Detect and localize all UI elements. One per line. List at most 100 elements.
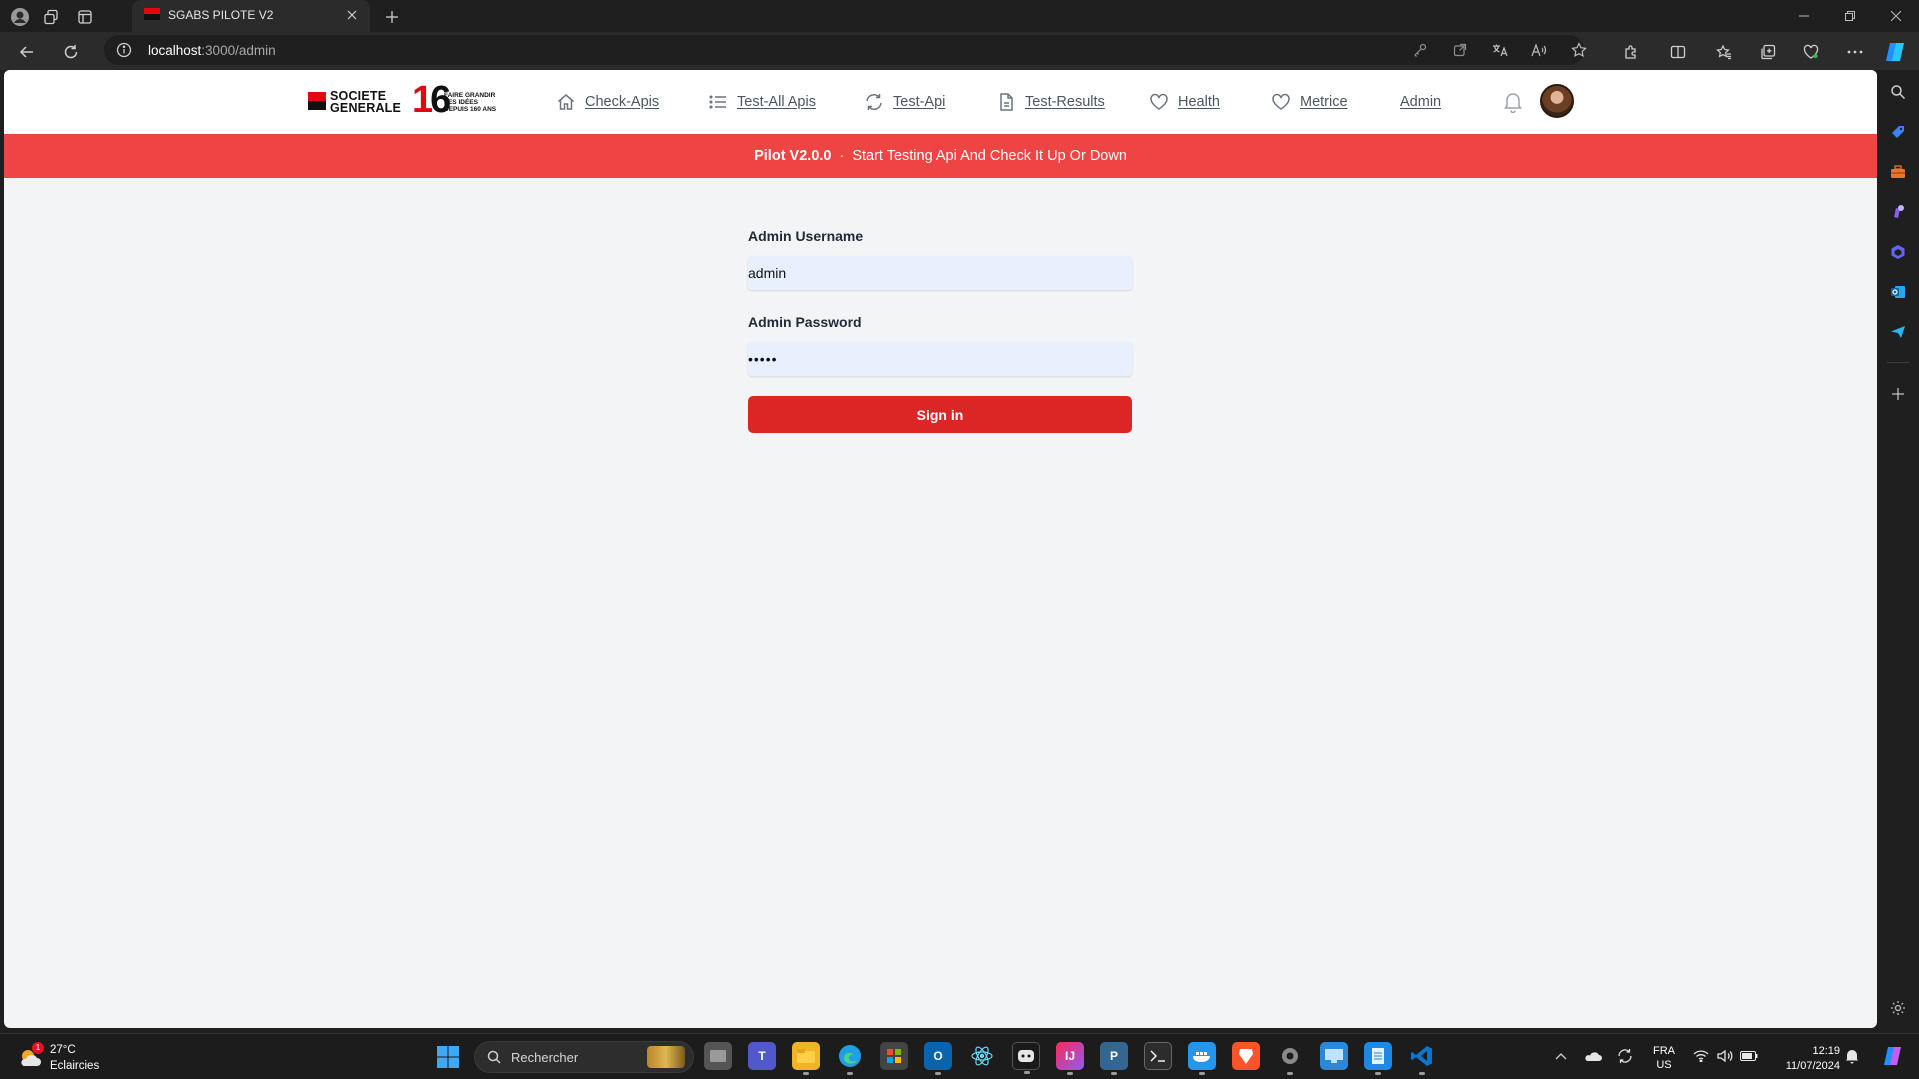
reload-icon[interactable] xyxy=(57,38,85,66)
page-viewport: SOCIETE GENERALE 16 FAIRE GRANDIR LES ID… xyxy=(4,70,1877,1028)
url-path: :3000/admin xyxy=(201,43,276,58)
task-view-icon[interactable] xyxy=(704,1042,732,1070)
info-banner: Pilot V2.0.0 · Start Testing Api And Che… xyxy=(4,134,1877,178)
chatbot-icon[interactable] xyxy=(1012,1042,1040,1074)
sync-icon[interactable] xyxy=(1616,1047,1634,1065)
copilot-taskbar-icon[interactable] xyxy=(1880,1044,1906,1068)
outlook-icon[interactable] xyxy=(1888,282,1908,302)
url-host: localhost xyxy=(148,43,202,58)
settings-gear-icon[interactable] xyxy=(1276,1042,1304,1075)
taskbar-search[interactable]: Rechercher xyxy=(474,1041,694,1073)
windows-start-icon[interactable] xyxy=(437,1046,459,1068)
home-icon xyxy=(558,94,574,110)
file-explorer-icon[interactable] xyxy=(792,1042,820,1075)
weather-badge: 1 xyxy=(32,1042,44,1054)
teams-icon[interactable]: T xyxy=(748,1042,776,1070)
wifi-icon[interactable] xyxy=(1692,1047,1710,1065)
taskbar-clock[interactable]: 12:19 11/07/2024 xyxy=(1770,1044,1840,1074)
close-window-icon[interactable] xyxy=(1873,0,1919,32)
favorite-star-icon[interactable] xyxy=(1569,40,1589,60)
translate-icon[interactable] xyxy=(1490,40,1510,60)
shopping-tag-icon[interactable] xyxy=(1888,122,1908,142)
extensions-icon[interactable] xyxy=(1617,38,1645,66)
open-in-app-icon[interactable] xyxy=(1450,40,1470,60)
nav-test-results[interactable]: Test-Results xyxy=(996,90,1105,114)
sign-in-button[interactable]: Sign in xyxy=(748,396,1132,433)
notification-bell-icon[interactable] xyxy=(1843,1047,1861,1065)
outlook-icon[interactable]: O xyxy=(924,1042,952,1075)
copilot-icon[interactable] xyxy=(1881,38,1909,66)
tab-title: SGABS PILOTE V2 xyxy=(168,8,274,22)
nav-test-api[interactable]: Test-Api xyxy=(864,90,945,114)
add-icon[interactable] xyxy=(1888,384,1908,404)
onedrive-cloud-icon[interactable] xyxy=(1584,1047,1602,1065)
react-icon[interactable] xyxy=(968,1042,996,1070)
battery-icon[interactable] xyxy=(1740,1047,1758,1065)
nav-health[interactable]: Health xyxy=(1149,90,1220,114)
tab-actions-icon[interactable] xyxy=(74,6,96,28)
volume-icon[interactable] xyxy=(1716,1047,1734,1065)
vscode-icon[interactable] xyxy=(1408,1042,1436,1075)
logo-tagline-line3: DEPUIS 160 ANS xyxy=(444,106,497,113)
restore-icon[interactable] xyxy=(1827,0,1873,32)
workspaces-icon[interactable] xyxy=(40,6,62,28)
collections-icon[interactable] xyxy=(1754,38,1782,66)
clock-time: 12:19 xyxy=(1812,1045,1840,1057)
address-bar[interactable]: localhost:3000/admin xyxy=(104,35,1587,65)
browser-essentials-icon[interactable] xyxy=(1797,38,1825,66)
nav-check-apis[interactable]: Check-Apis xyxy=(556,90,659,114)
societe-generale-logo[interactable]: SOCIETE GENERALE 16 FAIRE GRANDIR LES ID… xyxy=(308,80,504,124)
send-icon[interactable] xyxy=(1888,322,1908,342)
url-text: localhost:3000/admin xyxy=(148,43,276,58)
read-aloud-icon[interactable] xyxy=(1529,40,1549,60)
minimize-icon[interactable] xyxy=(1781,0,1827,32)
search-placeholder: Rechercher xyxy=(511,1050,579,1065)
logo-brand: SOCIETE GENERALE xyxy=(330,90,401,115)
split-screen-icon[interactable] xyxy=(1664,38,1692,66)
language-line1: FRA xyxy=(1653,1045,1675,1057)
browser-tab-active[interactable]: SGABS PILOTE V2 xyxy=(132,0,370,32)
intellij-icon[interactable]: IJ xyxy=(1056,1042,1084,1075)
profile-icon[interactable] xyxy=(9,6,31,28)
language-line2: US xyxy=(1656,1059,1672,1071)
heart-icon xyxy=(1150,93,1168,110)
notepad-icon[interactable] xyxy=(1364,1042,1392,1075)
nav-test-all-apis[interactable]: Test-All Apis xyxy=(708,90,816,114)
favorites-icon[interactable] xyxy=(1710,38,1738,66)
chevron-up-icon[interactable] xyxy=(1552,1047,1570,1065)
back-icon[interactable] xyxy=(13,38,41,66)
docker-icon[interactable] xyxy=(1188,1042,1216,1075)
settings-gear-icon[interactable] xyxy=(1888,998,1908,1018)
user-avatar[interactable] xyxy=(1540,84,1574,118)
search-icon xyxy=(487,1050,501,1064)
remote-desktop-icon[interactable] xyxy=(1320,1042,1348,1070)
new-tab-icon[interactable] xyxy=(380,5,404,29)
games-icon[interactable] xyxy=(1888,202,1908,222)
password-label: Admin Password xyxy=(748,314,862,330)
search-icon[interactable] xyxy=(1888,82,1908,102)
nav-metrice[interactable]: Metrice xyxy=(1271,90,1348,114)
tools-icon[interactable] xyxy=(1888,162,1908,182)
terminal-icon[interactable] xyxy=(1144,1042,1172,1070)
logo-anniversary-number: 16 xyxy=(412,80,451,120)
brave-icon[interactable] xyxy=(1232,1042,1260,1070)
language-indicator[interactable]: FRA US xyxy=(1653,1044,1675,1072)
weather-desc: Eclaircies xyxy=(50,1060,100,1072)
copilot-apps-icon[interactable] xyxy=(1888,242,1908,262)
refresh-icon xyxy=(866,94,882,110)
key-icon[interactable] xyxy=(1410,40,1430,60)
nav-admin[interactable]: Admin xyxy=(1400,90,1441,114)
nav-test-all-apis-label: Test-All Apis xyxy=(737,94,816,110)
edge-icon[interactable] xyxy=(836,1042,864,1075)
site-info-icon[interactable] xyxy=(116,42,132,58)
side-panel-divider xyxy=(1887,362,1909,363)
banner-message: Start Testing Api And Check It Up Or Dow… xyxy=(852,148,1127,164)
tab-close-icon[interactable] xyxy=(342,5,362,25)
password-input[interactable] xyxy=(748,342,1132,376)
microsoft-store-icon[interactable] xyxy=(880,1042,908,1070)
logo-square-icon xyxy=(308,92,326,110)
username-input[interactable] xyxy=(748,256,1132,290)
postgresql-icon[interactable]: P xyxy=(1100,1042,1128,1075)
more-options-icon[interactable] xyxy=(1841,38,1869,66)
bell-icon[interactable] xyxy=(1503,91,1523,113)
